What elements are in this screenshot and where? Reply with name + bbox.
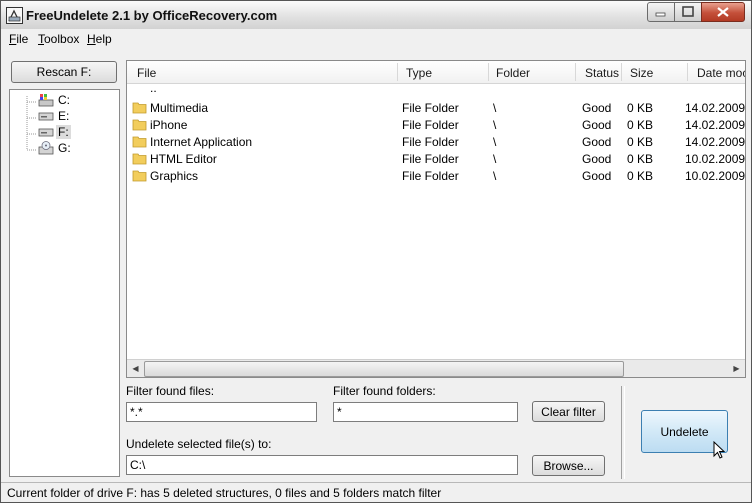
folder-icon: [132, 170, 147, 182]
rescan-button[interactable]: Rescan F:: [11, 61, 117, 83]
app-icon: [6, 7, 23, 24]
column-separator: [575, 63, 576, 81]
clear-filter-button[interactable]: Clear filter: [532, 401, 605, 422]
column-separator: [488, 63, 489, 81]
filter-files-label: Filter found files:: [126, 384, 215, 398]
app-window: FreeUndelete 2.1 by OfficeRecovery.com F…: [0, 0, 752, 503]
removable-drive-icon: [38, 112, 54, 121]
folder-icon: [132, 102, 147, 114]
column-separator: [397, 63, 398, 81]
system-drive-icon: [38, 94, 54, 107]
folder-icon: [132, 153, 147, 165]
menu-help[interactable]: Help: [87, 32, 112, 46]
column-separator: [621, 63, 622, 81]
status-text: Current folder of drive F: has 5 deleted…: [7, 486, 442, 500]
table-row[interactable]: Graphics File Folder \ Good 0 KB 10.02.2…: [127, 168, 745, 185]
table-row[interactable]: Multimedia File Folder \ Good 0 KB 14.02…: [127, 100, 745, 117]
cd-drive-icon: [38, 141, 54, 155]
close-button[interactable]: [701, 2, 745, 22]
scroll-left-arrow-icon[interactable]: ◀: [127, 360, 144, 377]
list-header: File Type Folder Status Size Date moc: [127, 61, 745, 84]
minimize-icon: [655, 12, 666, 17]
table-row[interactable]: HTML Editor File Folder \ Good 0 KB 10.0…: [127, 151, 745, 168]
menu-toolbox[interactable]: Toolbox: [38, 32, 79, 46]
list-item-parent[interactable]: ..: [127, 81, 745, 100]
filter-folders-input[interactable]: [333, 402, 518, 422]
destination-input[interactable]: [126, 455, 518, 475]
window-controls: [647, 2, 745, 22]
status-bar: Current folder of drive F: has 5 deleted…: [1, 482, 751, 502]
tree-lines: [26, 96, 37, 151]
menu-bar: File Toolbox Help: [1, 29, 751, 49]
mouse-cursor-icon: [713, 441, 725, 459]
file-list[interactable]: File Type Folder Status Size Date moc ..…: [126, 60, 746, 378]
divider: [621, 386, 625, 479]
column-header-file[interactable]: File: [137, 66, 156, 80]
folder-icon: [132, 119, 147, 131]
column-header-date[interactable]: Date moc: [697, 66, 745, 80]
filter-folders-label: Filter found folders:: [333, 384, 436, 398]
title-bar[interactable]: FreeUndelete 2.1 by OfficeRecovery.com: [1, 1, 751, 30]
maximize-icon: [682, 6, 694, 17]
window-title: FreeUndelete 2.1 by OfficeRecovery.com: [26, 8, 278, 23]
filter-files-input[interactable]: [126, 402, 317, 422]
column-separator: [687, 63, 688, 81]
minimize-button[interactable]: [647, 2, 675, 22]
column-header-status[interactable]: Status: [585, 66, 619, 80]
column-header-type[interactable]: Type: [406, 66, 432, 80]
drive-tree[interactable]: C: E: F: G:: [9, 89, 120, 477]
menu-file[interactable]: File: [9, 32, 28, 46]
scroll-thumb[interactable]: [144, 361, 624, 377]
horizontal-scrollbar[interactable]: ◀ ▶: [127, 359, 745, 377]
close-icon: [717, 7, 729, 17]
scroll-right-arrow-icon[interactable]: ▶: [728, 360, 745, 377]
folder-icon: [132, 136, 147, 148]
removable-drive-icon: [38, 128, 54, 137]
table-row[interactable]: iPhone File Folder \ Good 0 KB 14.02.200…: [127, 117, 745, 134]
maximize-button[interactable]: [674, 2, 702, 22]
column-header-folder[interactable]: Folder: [496, 66, 530, 80]
destination-label: Undelete selected file(s) to:: [126, 437, 272, 451]
table-row[interactable]: Internet Application File Folder \ Good …: [127, 134, 745, 151]
browse-button[interactable]: Browse...: [532, 455, 605, 476]
column-header-size[interactable]: Size: [630, 66, 653, 80]
